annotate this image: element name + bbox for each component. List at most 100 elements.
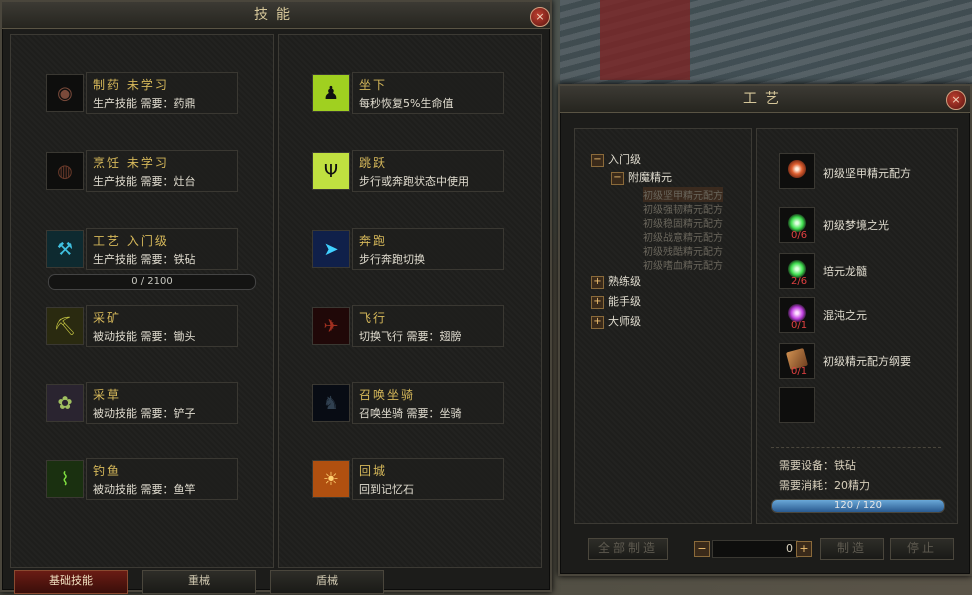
material-name: 培元龙髓 [823, 265, 867, 278]
expand-icon[interactable]: + [591, 295, 604, 309]
collapse-icon[interactable]: − [611, 171, 624, 185]
skill-desc: 步行奔跑切换 [359, 253, 425, 266]
energy-bar: 120 / 120 [771, 499, 945, 513]
skill-name: 奔跑 [359, 234, 388, 248]
cooking-pot-icon: ◍ [46, 152, 84, 190]
recipe-detail: 初级坚甲精元配方 0/6 初级梦境之光 2/6 培元龙髓 0/1 混沌之元 0/… [756, 128, 958, 524]
craft-progress-bar: 0 / 2100 [48, 274, 256, 290]
skill-fly[interactable]: ✈ 飞行 切换飞行 需要：翅膀 [312, 305, 507, 347]
skill-name: 跳跃 [359, 156, 388, 170]
skill-name: 制药 未学习 [93, 78, 169, 92]
skill-desc: 被动技能 需要：锄头 [93, 330, 196, 343]
tree-node-beginner[interactable]: − 入门级 [591, 151, 641, 167]
skill-desc: 被动技能 需要：鱼竿 [93, 483, 196, 496]
close-icon[interactable]: × [946, 90, 966, 110]
skill-name: 采草 [93, 388, 122, 402]
recipe-item[interactable]: 初级残酷精元配方 [643, 243, 723, 258]
tree-node-master[interactable]: + 大师级 [591, 313, 641, 329]
skill-name: 回城 [359, 464, 388, 478]
quantity-plus-button[interactable]: + [796, 541, 812, 557]
material-count: 0/1 [791, 366, 808, 377]
building-scenery [600, 0, 690, 80]
skill-desc: 生产技能 需要：灶台 [93, 175, 196, 188]
skill-jump[interactable]: Ψ 跳跃 步行或奔跑状态中使用 [312, 150, 507, 192]
recipe-item[interactable]: 初级战意精元配方 [643, 229, 723, 244]
skill-herbalism[interactable]: ✿ 采草 被动技能 需要：铲子 [46, 382, 241, 424]
fishing-icon: ⌇ [46, 460, 84, 498]
craft-button[interactable]: 制造 [820, 538, 884, 560]
skill-mining[interactable]: ⛏ 采矿 被动技能 需要：锄头 [46, 305, 241, 347]
material-name: 初级精元配方纲要 [823, 355, 911, 368]
product-name: 初级坚甲精元配方 [823, 167, 911, 180]
recipe-item[interactable]: 初级嗜血精元配方 [643, 257, 723, 272]
skill-sit[interactable]: ♟ 坐下 每秒恢复5%生命值 [312, 72, 507, 114]
product-slot[interactable] [779, 153, 815, 189]
recipe-item[interactable]: 初级坚甲精元配方 [643, 187, 723, 202]
skill-pharmacy[interactable]: ◉ 制药 未学习 生产技能 需要：药鼎 [46, 72, 241, 114]
skill-name: 烹饪 未学习 [93, 156, 169, 170]
tab-heavy-weapon[interactable]: 重械 [142, 570, 256, 594]
empty-slot[interactable] [779, 387, 815, 423]
skill-name: 工艺 入门级 [93, 234, 169, 248]
material-slot[interactable]: 0/6 [779, 207, 815, 243]
skills-window: 技能 × ◉ 制药 未学习 生产技能 需要：药鼎 ◍ 烹饪 未学习 生产技能 需… [0, 0, 552, 592]
recipe-orb-icon [788, 160, 806, 178]
expand-icon[interactable]: + [591, 315, 604, 329]
quantity-minus-button[interactable]: − [694, 541, 710, 557]
skill-name: 召唤坐骑 [359, 388, 416, 402]
skills-window-title: 技能 [2, 2, 550, 29]
pill-icon: ◉ [46, 74, 84, 112]
recipe-item[interactable]: 初级强韧精元配方 [643, 201, 723, 216]
energy-text: 120 / 120 [834, 500, 882, 511]
material-count: 0/6 [791, 230, 808, 241]
skill-desc: 被动技能 需要：铲子 [93, 407, 196, 420]
material-name: 混沌之元 [823, 309, 867, 322]
skill-desc: 召唤坐骑 需要：坐骑 [359, 407, 462, 420]
skill-fishing[interactable]: ⌇ 钓鱼 被动技能 需要：鱼竿 [46, 458, 241, 500]
craft-all-button[interactable]: 全部制造 [588, 538, 668, 560]
jump-icon: Ψ [312, 152, 350, 190]
fly-icon: ✈ [312, 307, 350, 345]
craft-hammer-icon: ⚒ [46, 230, 84, 268]
material-count: 0/1 [791, 320, 808, 331]
craft-window: 工艺 × − 入门级 − 附魔精元 初级坚甲精元配方 初级强韧精元配方 初级稳固精元… [558, 84, 972, 576]
mining-icon: ⛏ [46, 307, 84, 345]
skill-desc: 切换飞行 需要：翅膀 [359, 330, 462, 343]
skill-desc: 生产技能 需要：药鼎 [93, 97, 196, 110]
tree-node-skilled[interactable]: + 熟练级 [591, 273, 641, 289]
material-slot[interactable]: 2/6 [779, 253, 815, 289]
material-name: 初级梦境之光 [823, 219, 889, 232]
material-slot[interactable]: 0/1 [779, 297, 815, 333]
material-slot[interactable]: 0/1 [779, 343, 815, 379]
run-icon: ➤ [312, 230, 350, 268]
tab-basic-skills[interactable]: 基础技能 [14, 570, 128, 594]
skill-cooking[interactable]: ◍ 烹饪 未学习 生产技能 需要：灶台 [46, 150, 241, 192]
skill-summon-mount[interactable]: ♞ 召唤坐骑 召唤坐骑 需要：坐骑 [312, 382, 507, 424]
horse-icon: ♞ [312, 384, 350, 422]
scroll-icon: ☀ [312, 460, 350, 498]
skill-run[interactable]: ➤ 奔跑 步行奔跑切换 [312, 228, 507, 270]
herb-icon: ✿ [46, 384, 84, 422]
tab-shield-weapon[interactable]: 盾械 [270, 570, 384, 594]
close-icon[interactable]: × [530, 7, 550, 27]
skill-craft[interactable]: ⚒ 工艺 入门级 生产技能 需要：铁砧 [46, 228, 241, 270]
sit-icon: ♟ [312, 74, 350, 112]
skill-name: 坐下 [359, 78, 388, 92]
divider [771, 447, 941, 448]
expand-icon[interactable]: + [591, 275, 604, 289]
tree-node-expert[interactable]: + 能手级 [591, 293, 641, 309]
quantity-input[interactable]: 0 [712, 540, 798, 558]
tree-node-enchant[interactable]: − 附魔精元 [611, 169, 672, 185]
skill-desc: 生产技能 需要：铁砧 [93, 253, 196, 266]
skill-name: 飞行 [359, 311, 388, 325]
recipe-tree: − 入门级 − 附魔精元 初级坚甲精元配方 初级强韧精元配方 初级稳固精元配方 初级… [574, 128, 752, 524]
stop-button[interactable]: 停止 [890, 538, 954, 560]
recipe-item[interactable]: 初级稳固精元配方 [643, 215, 723, 230]
skill-name: 采矿 [93, 311, 122, 325]
skill-desc: 回到记忆石 [359, 483, 414, 496]
collapse-icon[interactable]: − [591, 153, 604, 167]
skill-desc: 步行或奔跑状态中使用 [359, 175, 469, 188]
required-cost: 需要消耗：20精力 [779, 479, 870, 492]
skill-return-town[interactable]: ☀ 回城 回到记忆石 [312, 458, 507, 500]
material-count: 2/6 [791, 276, 808, 287]
